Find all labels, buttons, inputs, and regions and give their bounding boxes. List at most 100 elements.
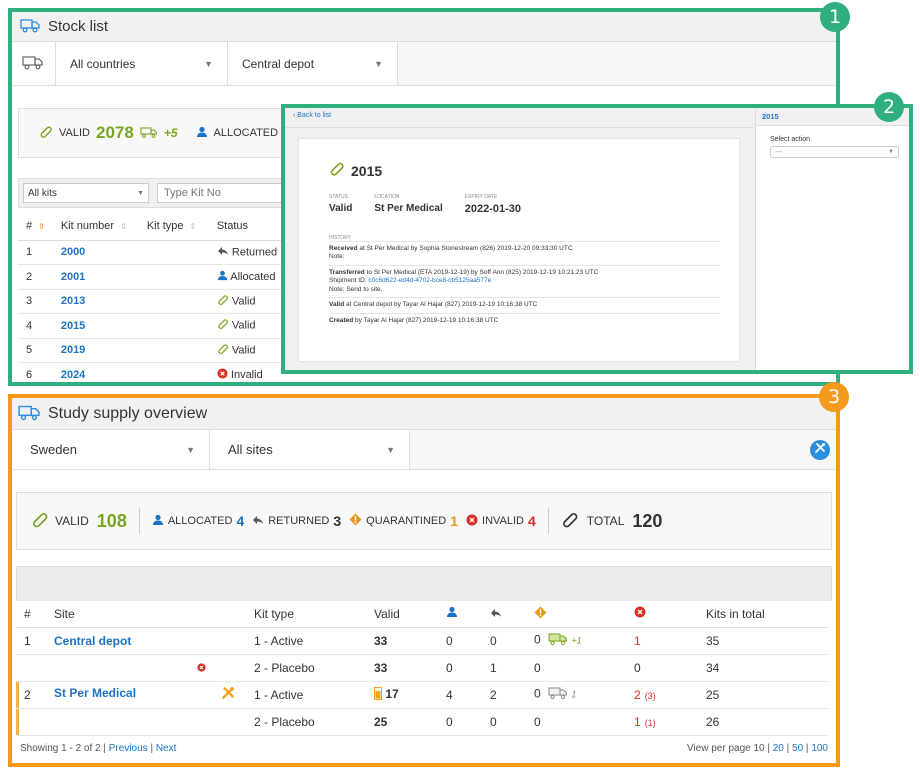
supply-table-header: # Site Kit type Valid Kits in total	[16, 601, 828, 628]
invalid-x-icon	[217, 368, 228, 382]
kit-number-link[interactable]: 2024	[52, 362, 139, 382]
kit-type-cell	[138, 313, 209, 339]
select-action-dropdown[interactable]: --- ▼	[770, 146, 899, 158]
row-num: 1	[18, 240, 53, 265]
supply-overview-filterbar: Sweden ▼ All sites ▼	[12, 430, 836, 470]
kit-number-link[interactable]: 2000	[52, 240, 139, 265]
pill-icon	[561, 511, 579, 532]
divider	[547, 508, 549, 534]
history-received: Received at St Per Medical by Sophia Sto…	[329, 241, 719, 265]
valid-label: VALID	[59, 127, 90, 139]
valid-count: 2078	[95, 123, 134, 142]
next-page-link[interactable]: Next	[156, 743, 177, 754]
chevron-down-icon: ▼	[374, 58, 383, 69]
row-num: 2	[18, 264, 53, 290]
kit-action-sidebar: 2015 Select action --- ▼	[755, 108, 909, 370]
history-transferred: Transferred to St Per Medical (ETA 2019-…	[329, 264, 719, 297]
col-num-header[interactable]: # ⇕	[18, 212, 53, 241]
back-to-list-link[interactable]: ‹ Back to list	[285, 108, 755, 128]
supply-summary: VALID 108 ALLOCATED 4 RETURNED 3 QUARANT…	[16, 492, 832, 550]
col-quarantined-header[interactable]	[526, 601, 626, 628]
col-kit-type-header[interactable]: Kit type ⇕	[138, 212, 209, 241]
table-row[interactable]: 1 2000 Returned	[18, 240, 289, 265]
chevron-down-icon: ▼	[386, 444, 395, 455]
valid-summary: VALID 108	[31, 511, 127, 532]
page-size-100-link[interactable]: 100	[811, 743, 828, 754]
col-status-header[interactable]: Status	[208, 212, 289, 241]
stock-table-header: # ⇕ Kit number ⇕ Kit type ⇕ Status	[18, 212, 289, 241]
returned-summary: RETURNED 3	[252, 513, 341, 529]
pill-icon	[217, 294, 229, 309]
status-cell: Valid	[208, 289, 289, 314]
chevron-down-icon: ▼	[888, 149, 894, 155]
status-cell: Valid	[208, 313, 289, 339]
table-row[interactable]: 1 Central depot 1 - Active 33 0 0 0 +1 1…	[16, 627, 828, 655]
chevron-down-icon: ▼	[186, 444, 195, 455]
truck-outline-icon	[548, 686, 568, 703]
kits-filter[interactable]: All kits ▼	[23, 183, 149, 203]
return-arrow-icon	[252, 515, 264, 528]
country-filter[interactable]: Sweden ▼	[12, 430, 210, 469]
table-row[interactable]: 3 2013 Valid	[18, 289, 289, 314]
invalid-x-icon	[466, 514, 478, 529]
kit-detail-fields: STATUS Valid LOCATION St Per Medical EXP…	[329, 194, 739, 215]
depot-type-selector[interactable]	[12, 42, 56, 85]
total-count: 120	[632, 510, 663, 531]
tools-button[interactable]	[810, 439, 830, 460]
col-returned-header[interactable]	[482, 601, 526, 628]
shipment-id-link[interactable]: c0c6d622-ed4d-4702-bce8-cb5125aa577e	[368, 277, 491, 284]
col-kit-number-header[interactable]: Kit number ⇕	[52, 212, 139, 241]
tools-icon[interactable]	[220, 686, 236, 703]
previous-page-link[interactable]: Previous	[109, 743, 148, 754]
expiry-field: EXPIRY DATE 2022-01-30	[464, 194, 521, 215]
kit-detail-card: 2015 STATUS Valid LOCATION St Per Medica…	[298, 138, 740, 362]
kit-number-link[interactable]: 2019	[52, 338, 139, 363]
table-row[interactable]: 5 2019 Valid	[18, 338, 289, 363]
row-num: 3	[18, 289, 53, 314]
pill-icon	[39, 125, 53, 142]
returned-count: 3	[333, 513, 342, 529]
col-kit-type-header[interactable]: Kit type	[246, 601, 366, 628]
kit-detail-number: 2015	[351, 162, 383, 179]
truck-icon	[20, 17, 40, 36]
page-size-50-link[interactable]: 50	[792, 743, 803, 754]
quarantined-count: 1	[450, 513, 459, 529]
person-icon	[196, 126, 208, 141]
sort-icon: ⇕	[189, 221, 197, 231]
col-site-header[interactable]: Site	[46, 601, 246, 628]
depot-filter-value: Central depot	[242, 56, 315, 71]
col-valid-header[interactable]: Valid	[366, 601, 438, 628]
supply-table: # Site Kit type Valid Kits in total 1 Ce…	[16, 601, 828, 736]
col-num-header[interactable]: #	[16, 601, 46, 628]
truck-outline-icon	[22, 54, 44, 73]
site-link-st-per-medical[interactable]: St Per Medical	[54, 686, 136, 700]
table-row[interactable]: 2 St Per Medical 1 - Active 17 4 2 0 1 2…	[16, 681, 828, 709]
kit-number-link[interactable]: 2013	[52, 289, 139, 314]
table-row[interactable]: 6 2024 Invalid	[18, 362, 289, 382]
select-action-label: Select action	[770, 136, 811, 143]
history-created: Created by Tayar Al Hajar (827) 2019-12-…	[329, 312, 719, 328]
depot-filter[interactable]: Central depot ▼	[228, 42, 398, 85]
kit-type-cell	[138, 289, 209, 314]
kit-number-link[interactable]: 2001	[52, 264, 139, 290]
chevron-down-icon: ▼	[137, 189, 144, 197]
site-link-central-depot[interactable]: Central depot	[46, 627, 246, 655]
site-filter[interactable]: All sites ▼	[210, 430, 410, 469]
col-allocated-header[interactable]	[438, 601, 482, 628]
invalid-x-icon	[634, 606, 646, 621]
kit-number-link[interactable]: 2015	[52, 313, 139, 339]
status-field: STATUS Valid	[329, 194, 353, 214]
allocated-label: ALLOCATED	[213, 127, 279, 139]
truck-icon	[18, 403, 40, 424]
page-size-20-link[interactable]: 20	[773, 743, 784, 754]
table-row[interactable]: 4 2015 Valid	[18, 313, 289, 339]
pagination-info: Showing 1 - 2 of 2 | Previous | Next	[20, 743, 177, 754]
kit-number-search-input[interactable]	[157, 183, 297, 203]
valid-count: 108	[96, 510, 127, 531]
col-total-header[interactable]: Kits in total	[698, 601, 828, 628]
col-invalid-header[interactable]	[626, 601, 698, 628]
table-row[interactable]: 2 - Placebo 25 0 0 0 1 (1) 26	[16, 708, 828, 736]
table-row[interactable]: 2 - Placebo 33 0 1 0 0 34	[16, 654, 828, 682]
table-row[interactable]: 2 2001 Allocated	[18, 264, 289, 290]
country-filter[interactable]: All countries ▼	[56, 42, 228, 85]
